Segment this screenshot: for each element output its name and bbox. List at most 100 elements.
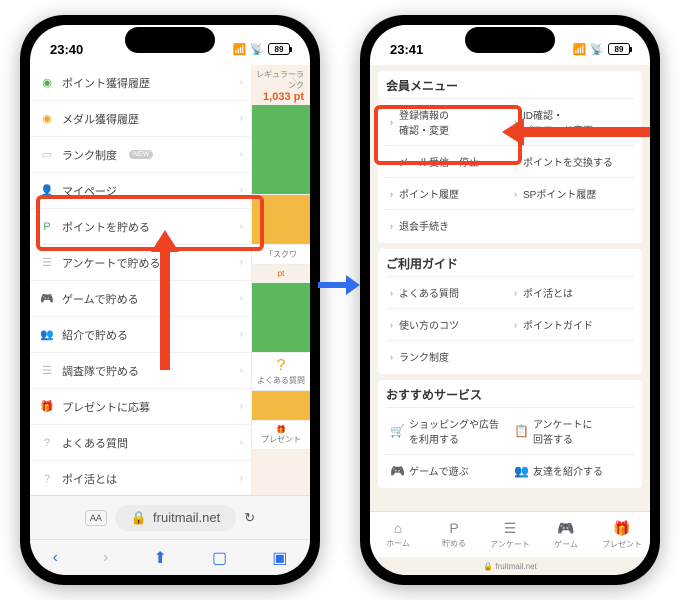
menu-item[interactable]: 🎁 プレゼントに応募 › — [30, 389, 251, 425]
chevron-right-icon: › — [240, 401, 243, 412]
menu-icon: 👥 — [40, 328, 54, 342]
battery-icon: 89 — [268, 43, 290, 55]
annotation-highlight-box — [374, 105, 522, 165]
menu-label: プレゼントに応募 — [62, 399, 150, 415]
menu-item[interactable]: ◉ メダル獲得履歴 › — [30, 101, 251, 137]
reload-icon[interactable]: ↻ — [244, 510, 255, 526]
chevron-right-icon: › — [240, 365, 243, 376]
nav-icon: 🎁 — [613, 520, 630, 537]
status-indicators: 📶 📡 89 — [573, 43, 630, 56]
grid-cell[interactable]: 👥友達を紹介する — [510, 454, 634, 486]
menu-label: ゲームで貯める — [62, 291, 139, 307]
grid-cell[interactable]: ›退会手続き — [386, 209, 510, 241]
menu-item[interactable]: ▭ ランク制度 NEW › — [30, 137, 251, 173]
url-mini[interactable]: 🔒 fruitmail.net — [370, 562, 650, 571]
grid-cell[interactable]: 🎮ゲームで遊ぶ — [386, 454, 510, 486]
grid-cell[interactable]: ›ポイント履歴 — [386, 177, 510, 209]
menu-icon: 🎮 — [40, 292, 54, 306]
nav-icon: P — [449, 520, 458, 536]
cell-label: ランク制度 — [399, 349, 449, 364]
nav-label: ゲーム — [554, 539, 578, 550]
grid-cell[interactable]: 🛒ショッピングや広告 を利用する — [386, 407, 510, 454]
side-faq[interactable]: ? よくある質問 — [252, 353, 310, 391]
menu-icon: ◉ — [40, 76, 54, 90]
chevron-right-icon: › — [390, 288, 393, 298]
cell-label: アンケートに 回答する — [533, 416, 593, 446]
grid-cell[interactable]: ›ポイントを交換する — [510, 145, 634, 177]
grid-cell[interactable]: ›SPポイント履歴 — [510, 177, 634, 209]
chevron-right-icon: › — [240, 257, 243, 268]
menu-item[interactable]: ? よくある質問 › — [30, 425, 251, 461]
browser-url-bar[interactable]: AA 🔒 fruitmail.net ↻ — [30, 495, 310, 539]
menu-item[interactable]: ? ポイ活とは › — [30, 461, 251, 495]
menu-icon: 🎁 — [40, 400, 54, 414]
screen-left: 23:40 📶 📡 89 ♡ レギュラーランク 1,033 pt 「スクワ pt — [30, 25, 310, 575]
cell-label: ショッピングや広告 を利用する — [409, 416, 499, 446]
guide-section: ご利用ガイド ›よくある質問›ポイ活とは›使い方のコツ›ポイントガイド›ランク制… — [378, 249, 642, 374]
share-icon[interactable]: ⬆︎ — [153, 548, 166, 568]
menu-label: メダル獲得履歴 — [62, 111, 139, 127]
grid-cell[interactable]: ›使い方のコツ — [386, 308, 510, 340]
grid-cell[interactable]: › よくある質問 — [386, 276, 510, 308]
menu-item[interactable]: 🎮 ゲームで貯める › — [30, 281, 251, 317]
content-right: 会員メニュー ›登録情報の 確認・変更›ID確認・ パスワード変更›メール受信・… — [370, 65, 650, 575]
side-pt: pt — [252, 265, 310, 283]
menu-drawer: ◉ ポイント獲得履歴 ›◉ メダル獲得履歴 ›▭ ランク制度 NEW ›👤 マイ… — [30, 65, 252, 495]
grid-cell[interactable]: ›ポイ活とは — [510, 276, 634, 308]
gift-icon: 🎁 — [256, 425, 306, 434]
side-ad[interactable] — [252, 283, 310, 353]
nav-label: プレゼント — [602, 539, 642, 550]
menu-item[interactable]: ☰ 調査隊で貯める › — [30, 353, 251, 389]
annotation-arrow — [160, 250, 170, 370]
signal-icon: 📶 — [233, 43, 247, 56]
cell-label: ポイ活とは — [523, 285, 573, 300]
chevron-right-icon: › — [240, 329, 243, 340]
cell-label: ポイントを交換する — [523, 154, 613, 169]
side-ad[interactable] — [252, 391, 310, 421]
step-arrow — [318, 282, 348, 288]
grid-cell — [510, 340, 634, 372]
question-icon: ? — [256, 357, 306, 375]
grid-cell[interactable]: ›ID確認・ パスワード変更 — [510, 98, 634, 145]
grid-cell[interactable]: ›ポイントガイド — [510, 308, 634, 340]
nav-item[interactable]: 🎁 プレゼント — [594, 512, 650, 557]
rank-points: 1,033 pt — [252, 91, 304, 103]
cell-label: よくある質問 — [399, 285, 459, 300]
back-icon[interactable]: ‹ — [53, 549, 58, 567]
new-badge: NEW — [129, 150, 153, 159]
chevron-right-icon: › — [240, 149, 243, 160]
tabs-icon[interactable]: ▣ — [272, 548, 287, 568]
nav-label: ホーム — [386, 538, 410, 549]
chevron-right-icon: › — [240, 437, 243, 448]
side-present[interactable]: 🎁 プレゼント — [252, 421, 310, 450]
url-pill[interactable]: 🔒 fruitmail.net — [115, 505, 236, 531]
nav-item[interactable]: ☰ アンケート — [482, 512, 538, 557]
phone-right: 23:41 📶 📡 89 会員メニュー ›登録情報の 確認・変更›ID確認・ パ… — [360, 15, 660, 585]
menu-label: よくある質問 — [62, 435, 128, 451]
recommend-section: おすすめサービス 🛒ショッピングや広告 を利用する📋アンケートに 回答する🎮ゲー… — [378, 380, 642, 488]
menu-icon: ☰ — [40, 364, 54, 378]
nav-item[interactable]: ⌂ ホーム — [370, 512, 426, 557]
bookmarks-icon[interactable]: ▢ — [212, 548, 227, 568]
nav-item[interactable]: 🎮 ゲーム — [538, 512, 594, 557]
nav-item[interactable]: P 貯める — [426, 512, 482, 557]
menu-item[interactable]: ◉ ポイント獲得履歴 › — [30, 65, 251, 101]
menu-item[interactable]: 👥 紹介で貯める › — [30, 317, 251, 353]
aa-button[interactable]: AA — [85, 510, 107, 526]
menu-label: 調査隊で貯める — [62, 363, 139, 379]
menu-icon: ☰ — [40, 256, 54, 270]
side-ad[interactable] — [252, 105, 310, 195]
menu-icon: ? — [40, 436, 54, 450]
forward-icon[interactable]: › — [103, 549, 108, 567]
chevron-right-icon: › — [514, 320, 517, 330]
nav-icon: ⌂ — [394, 520, 402, 536]
grid-cell[interactable]: ›ランク制度 — [386, 340, 510, 372]
annotation-highlight-box — [36, 195, 264, 251]
recommend-grid: 🛒ショッピングや広告 を利用する📋アンケートに 回答する🎮ゲームで遊ぶ👥友達を紹… — [386, 407, 634, 486]
menu-icon: ◉ — [40, 112, 54, 126]
grid-cell[interactable]: 📋アンケートに 回答する — [510, 407, 634, 454]
chevron-right-icon: › — [240, 293, 243, 304]
section-title: 会員メニュー — [386, 77, 634, 94]
status-indicators: 📶 📡 89 — [233, 43, 290, 56]
guide-grid: ›よくある質問›ポイ活とは›使い方のコツ›ポイントガイド›ランク制度 — [386, 276, 634, 372]
